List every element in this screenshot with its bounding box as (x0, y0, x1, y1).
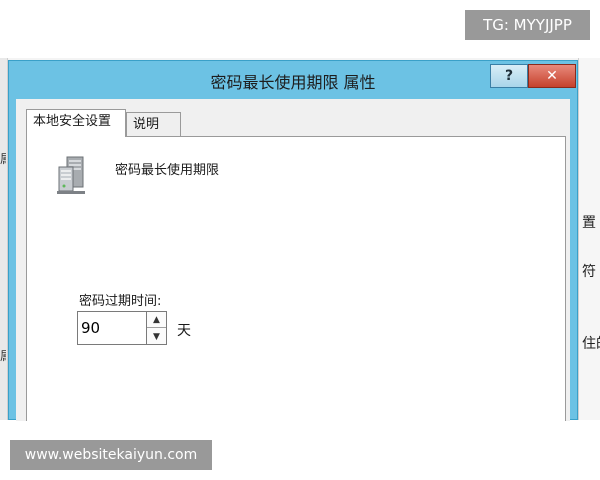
max-password-age-input[interactable] (77, 311, 147, 345)
background-right-panel (578, 58, 600, 420)
background-right-fragment: 符 (582, 264, 596, 280)
properties-dialog: 密码最长使用期限 属性 ? ✕ 本地安全设置 说明 密码最长使用期限 密码过期时… (8, 60, 578, 421)
watermark-badge-bottom: www.websitekaiyun.com (10, 440, 212, 470)
dialog-titlebar[interactable]: 密码最长使用期限 属性 ? ✕ (9, 61, 577, 99)
watermark-badge-top: TG: MYYJJPP (465, 10, 590, 40)
close-icon: ✕ (546, 68, 558, 84)
background-right-fragment: 住的 (582, 336, 600, 352)
spin-down-button[interactable]: ▼ (147, 329, 166, 345)
server-policy-icon (57, 156, 85, 194)
tab-local-security-setting[interactable]: 本地安全设置 (26, 109, 126, 137)
close-button[interactable]: ✕ (528, 64, 576, 88)
background-left-strip (0, 58, 8, 420)
days-spinner: ▲ ▼ (147, 311, 167, 345)
tab-explain[interactable]: 说明 (126, 112, 181, 136)
spin-up-button[interactable]: ▲ (147, 312, 166, 328)
days-unit-label: 天 (177, 323, 191, 339)
help-button[interactable]: ? (490, 64, 528, 88)
background-right-fragment: 置 (582, 215, 596, 231)
dialog-client-area: 本地安全设置 说明 密码最长使用期限 密码过期时间: ▲ ▼ (16, 99, 570, 421)
background-left-fragment: 属 (0, 150, 6, 167)
background-left-fragment: 属 (0, 347, 6, 364)
policy-name: 密码最长使用期限 (115, 163, 220, 178)
password-expire-label: 密码过期时间: (79, 294, 162, 309)
tab-panel: 密码最长使用期限 密码过期时间: ▲ ▼ 天 (26, 136, 566, 421)
